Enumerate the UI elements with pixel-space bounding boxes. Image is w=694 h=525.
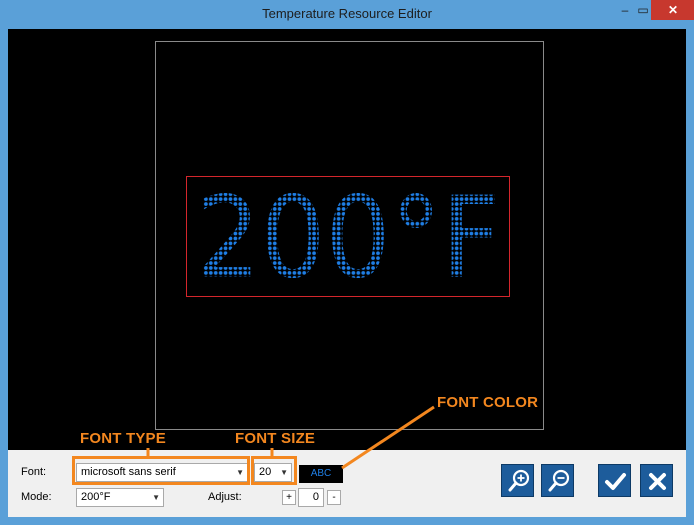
- font-color-leader: [341, 405, 435, 470]
- editor-window: Temperature Resource Editor – ▭ ✕ 200°F: [0, 0, 694, 525]
- annotation-lines: [146, 405, 435, 470]
